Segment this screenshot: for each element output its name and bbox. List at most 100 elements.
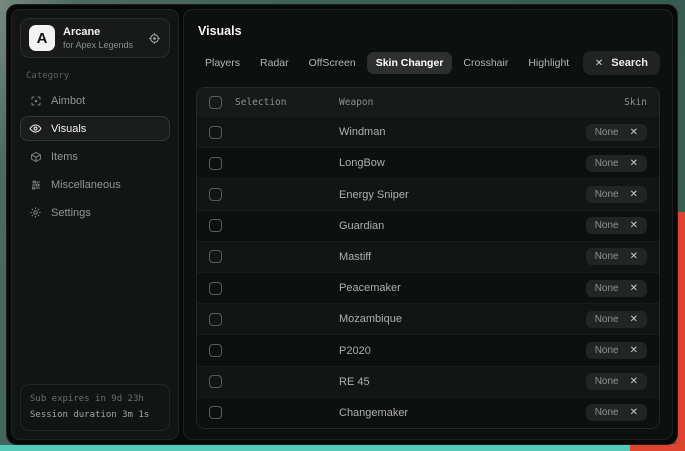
table-row: LongBow None ✕ xyxy=(197,147,659,178)
skin-value: None xyxy=(595,407,619,418)
skin-value: None xyxy=(595,283,619,294)
skin-badge[interactable]: None ✕ xyxy=(586,311,647,328)
table-row: Mastiff None ✕ xyxy=(197,241,659,272)
box-icon xyxy=(29,151,42,163)
weapon-name: LongBow xyxy=(339,157,586,169)
clear-skin-icon[interactable]: ✕ xyxy=(630,251,638,262)
session-card: Sub expires in 9d 23h Session duration 3… xyxy=(20,384,170,431)
skin-badge[interactable]: None ✕ xyxy=(586,155,647,172)
table-row: P2020 None ✕ xyxy=(197,334,659,365)
weapon-name: Energy Sniper xyxy=(339,189,586,201)
skin-badge[interactable]: None ✕ xyxy=(586,248,647,265)
tab-radar[interactable]: Radar xyxy=(251,52,298,74)
skin-value: None xyxy=(595,127,619,138)
search-x-icon: ✕ xyxy=(595,58,603,69)
background-teal-accent xyxy=(0,445,630,451)
column-header-weapon: Weapon xyxy=(339,97,624,108)
sidebar-item-label: Visuals xyxy=(51,123,86,135)
sub-expiry-text: Sub expires in 9d 23h xyxy=(30,392,160,407)
clear-skin-icon[interactable]: ✕ xyxy=(630,158,638,169)
sidebar-item-visuals[interactable]: Visuals xyxy=(20,116,170,141)
skins-table: Selection Weapon Skin Windman None ✕ xyxy=(196,87,660,429)
row-checkbox[interactable] xyxy=(209,375,222,388)
page-title: Visuals xyxy=(198,24,658,38)
sidebar-item-aimbot[interactable]: Aimbot xyxy=(20,88,170,113)
brand-logo: A xyxy=(29,25,55,51)
sidebar-item-label: Miscellaneous xyxy=(51,179,121,191)
table-body: Windman None ✕ LongBow None ✕ xyxy=(197,116,659,428)
table-row: Guardian None ✕ xyxy=(197,210,659,241)
row-checkbox[interactable] xyxy=(209,406,222,419)
brand-text: Arcane for Apex Legends xyxy=(63,26,133,50)
search-button-label: Search xyxy=(611,57,648,69)
search-button[interactable]: ✕ Search xyxy=(583,51,660,75)
skin-value: None xyxy=(595,189,619,200)
row-checkbox[interactable] xyxy=(209,126,222,139)
main-panel: Visuals PlayersRadarOffScreenSkin Change… xyxy=(183,9,673,440)
skin-value: None xyxy=(595,376,619,387)
row-checkbox[interactable] xyxy=(209,188,222,201)
table-row: Changemaker None ✕ xyxy=(197,397,659,428)
skin-value: None xyxy=(595,158,619,169)
clear-skin-icon[interactable]: ✕ xyxy=(630,345,638,356)
sidebar-item-items[interactable]: Items xyxy=(20,144,170,169)
tab-offscreen[interactable]: OffScreen xyxy=(300,52,365,74)
table-row: Windman None ✕ xyxy=(197,116,659,147)
tab-bar: PlayersRadarOffScreenSkin ChangerCrossha… xyxy=(196,51,660,75)
select-all-checkbox[interactable] xyxy=(209,96,222,109)
brand-subtitle: for Apex Legends xyxy=(63,40,133,50)
weapon-name: Changemaker xyxy=(339,407,586,419)
clear-skin-icon[interactable]: ✕ xyxy=(630,283,638,294)
skin-badge[interactable]: None ✕ xyxy=(586,217,647,234)
skin-badge[interactable]: None ✕ xyxy=(586,124,647,141)
clear-skin-icon[interactable]: ✕ xyxy=(630,314,638,325)
clear-skin-icon[interactable]: ✕ xyxy=(630,220,638,231)
skin-badge[interactable]: None ✕ xyxy=(586,342,647,359)
gear-icon xyxy=(29,206,42,219)
session-duration-text: Session duration 3m 1s xyxy=(30,408,160,423)
row-checkbox[interactable] xyxy=(209,157,222,170)
table-header-row: Selection Weapon Skin xyxy=(197,88,659,116)
row-checkbox[interactable] xyxy=(209,344,222,357)
tab-players[interactable]: Players xyxy=(196,52,249,74)
row-checkbox[interactable] xyxy=(209,282,222,295)
weapon-name: Peacemaker xyxy=(339,282,586,294)
sidebar-nav: Aimbot Visuals Items Miscellaneous Setti… xyxy=(20,88,170,228)
skin-badge[interactable]: None ✕ xyxy=(586,373,647,390)
category-label: Category xyxy=(26,71,164,81)
clear-skin-icon[interactable]: ✕ xyxy=(630,189,638,200)
skin-badge[interactable]: None ✕ xyxy=(586,280,647,297)
tab-highlight[interactable]: Highlight xyxy=(519,52,578,74)
weapon-name: Guardian xyxy=(339,220,586,232)
tab-crosshair[interactable]: Crosshair xyxy=(454,52,517,74)
skin-badge[interactable]: None ✕ xyxy=(586,404,647,421)
sliders-icon xyxy=(29,179,42,191)
clear-skin-icon[interactable]: ✕ xyxy=(630,376,638,387)
tab-skin-changer[interactable]: Skin Changer xyxy=(367,52,453,74)
skin-value: None xyxy=(595,220,619,231)
clear-skin-icon[interactable]: ✕ xyxy=(630,127,638,138)
row-checkbox[interactable] xyxy=(209,250,222,263)
table-row: RE 45 None ✕ xyxy=(197,366,659,397)
crosshair-icon xyxy=(29,95,42,107)
sidebar-item-miscellaneous[interactable]: Miscellaneous xyxy=(20,172,170,197)
sidebar: A Arcane for Apex Legends Category Aimbo… xyxy=(11,9,179,440)
sidebar-item-label: Items xyxy=(51,151,78,163)
row-checkbox[interactable] xyxy=(209,313,222,326)
weapon-name: RE 45 xyxy=(339,376,586,388)
weapon-name: Windman xyxy=(339,126,586,138)
skin-value: None xyxy=(595,251,619,262)
column-header-selection: Selection xyxy=(235,97,339,108)
skin-value: None xyxy=(595,345,619,356)
row-checkbox[interactable] xyxy=(209,219,222,232)
skin-value: None xyxy=(595,314,619,325)
eye-icon xyxy=(29,122,42,135)
skin-badge[interactable]: None ✕ xyxy=(586,186,647,203)
brand-title: Arcane xyxy=(63,26,133,38)
sidebar-item-label: Aimbot xyxy=(51,95,85,107)
sidebar-item-settings[interactable]: Settings xyxy=(20,200,170,225)
target-icon[interactable] xyxy=(148,32,161,45)
weapon-name: P2020 xyxy=(339,345,586,357)
sidebar-item-label: Settings xyxy=(51,207,91,219)
clear-skin-icon[interactable]: ✕ xyxy=(630,407,638,418)
